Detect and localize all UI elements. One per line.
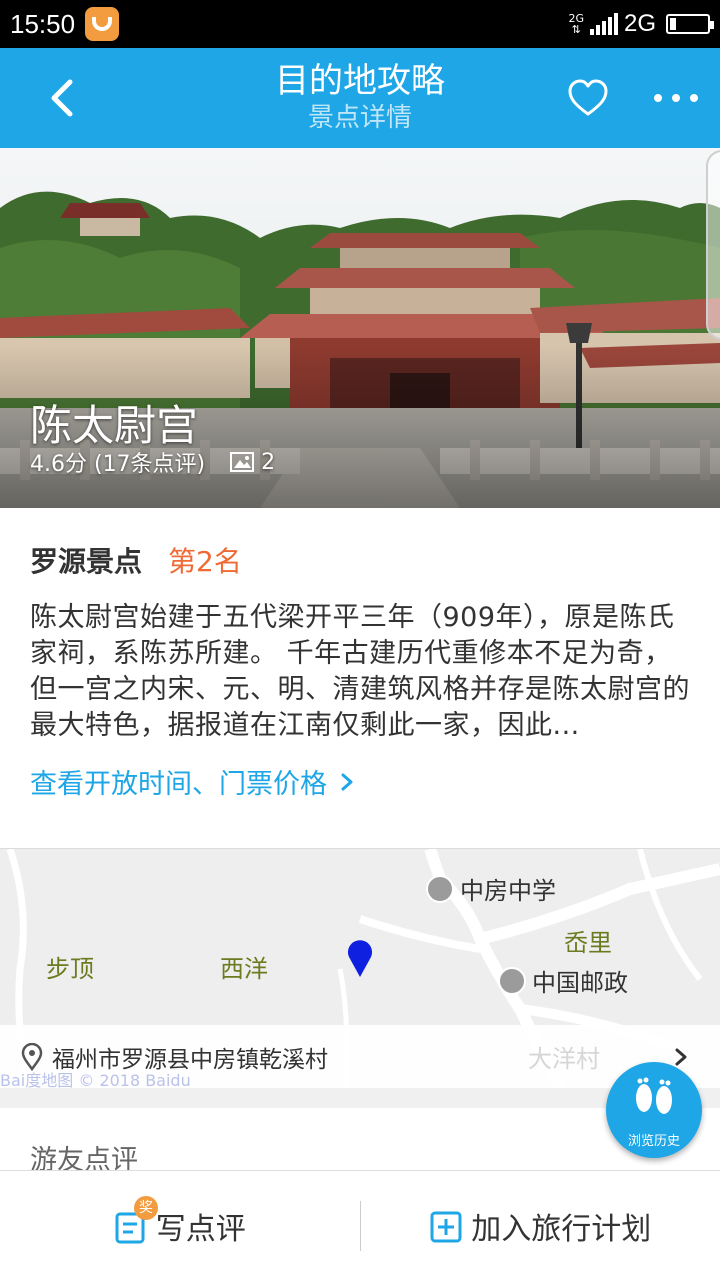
write-review-button[interactable]: 写点评	[0, 1171, 360, 1280]
map-label-xiyang: 西洋	[220, 955, 268, 983]
reward-badge: 奖	[134, 1196, 158, 1220]
school-icon	[426, 874, 454, 903]
more-icon[interactable]	[650, 78, 702, 118]
battery-icon	[666, 14, 714, 34]
clock: 15:50	[10, 8, 76, 39]
signal-bars-icon	[589, 13, 618, 35]
hours-price-link-label: 查看开放时间、门票价格	[30, 769, 327, 800]
browse-history-button[interactable]: 浏览历史	[606, 1062, 702, 1158]
browse-history-label: 浏览历史	[627, 1134, 680, 1149]
page-subtitle: 景点详情	[307, 103, 412, 133]
attraction-name: 陈太尉宫	[30, 401, 199, 450]
side-drawer-handle[interactable]	[706, 150, 720, 340]
poi-school[interactable]: 中房中学	[426, 871, 556, 906]
status-bar: 15:50 2G ⇅ 2G	[0, 0, 720, 48]
map-label-dayangcun: 大洋村	[528, 1045, 600, 1073]
footprints-icon	[636, 1077, 672, 1114]
map-label-xianli: 岙里	[564, 929, 612, 957]
rank-category: 罗源景点	[30, 545, 143, 578]
rating-text: 4.6分 (17条点评)	[30, 452, 206, 477]
nav-bar: 目的地攻略 景点详情	[0, 48, 720, 148]
poi-post-office[interactable]: 中国邮政	[498, 963, 628, 998]
baidu-map-watermark: Bai度地图 © 2018 Baidu	[0, 1071, 191, 1088]
add-plan-icon	[430, 1211, 462, 1242]
photo-count: 2	[261, 449, 276, 475]
intro-section: 罗源景点 第2名 陈太尉宫始建于五代梁开平三年（909年），原是陈氏家祠，系陈苏…	[0, 508, 720, 848]
description[interactable]: 陈太尉宫始建于五代梁开平三年（909年），原是陈氏家祠，系陈苏所建。 千年古建历…	[30, 600, 690, 744]
heart-icon[interactable]	[566, 76, 610, 120]
location-map[interactable]: 中房中学 岙里 中国邮政 步顶 西洋 福州市罗源县中房镇乾溪村 大洋村 Bai度…	[0, 848, 720, 1088]
add-to-plan-label: 加入旅行计划	[471, 1211, 652, 1247]
rank-number[interactable]: 第2名	[168, 540, 242, 580]
page-title: 目的地攻略	[275, 61, 445, 101]
write-review-label: 写点评	[155, 1211, 246, 1247]
bottom-action-bar: 写点评 加入旅行计划	[0, 1170, 720, 1280]
network-type: 2G	[623, 10, 656, 37]
didi-app-icon	[85, 7, 120, 41]
map-label-buding: 步顶	[46, 955, 94, 983]
photo-icon	[230, 452, 255, 472]
screen: 15:50 2G ⇅ 2G 目的地攻略 景点详情 陈太尉宫 4.6分 (17条点…	[0, 0, 720, 1280]
hero-photo[interactable]: 陈太尉宫 4.6分 (17条点评) 2	[0, 148, 720, 508]
mail-icon	[498, 966, 526, 995]
hours-price-link[interactable]: 查看开放时间、门票价格	[30, 762, 690, 801]
signal-small-label: 2G ⇅	[568, 12, 584, 36]
chevron-right-icon	[341, 773, 353, 790]
rating-row: 4.6分 (17条点评) 2	[30, 446, 275, 478]
add-to-plan-button[interactable]: 加入旅行计划	[361, 1171, 720, 1280]
location-pin-icon	[348, 940, 372, 977]
